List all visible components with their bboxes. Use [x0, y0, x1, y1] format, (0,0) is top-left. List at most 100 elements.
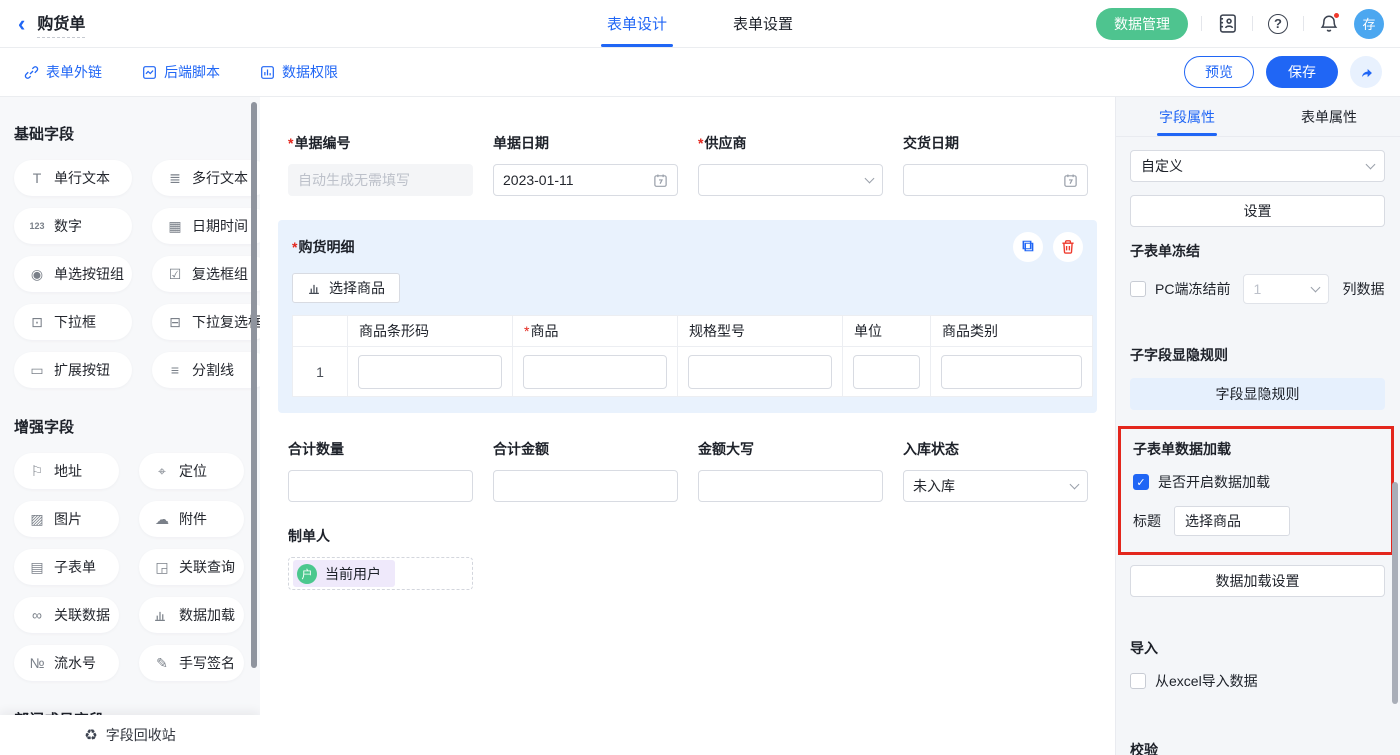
field-order-date[interactable]: 单据日期 2023-01-11: [493, 133, 678, 196]
sidebar-item-multi-select[interactable]: ⊟下拉复选框: [152, 304, 260, 340]
copy-icon: ⧉: [1022, 238, 1033, 256]
data-manage-button[interactable]: 数据管理: [1096, 8, 1188, 40]
field-supplier[interactable]: 供应商: [698, 133, 883, 196]
category-cell-input[interactable]: [941, 355, 1082, 389]
sidebar-item-image[interactable]: ▨图片: [14, 501, 119, 537]
sidebar-item-single-text[interactable]: T单行文本: [14, 160, 132, 196]
field-total-amount[interactable]: 合计金额: [493, 439, 678, 502]
amount-words-input[interactable]: [698, 470, 883, 502]
data-permission-button[interactable]: 数据权限: [260, 62, 338, 82]
delete-field-button[interactable]: [1053, 232, 1083, 262]
select-product-button[interactable]: 选择商品: [292, 273, 400, 303]
panel-scrollbar[interactable]: [1392, 482, 1398, 704]
field-total-quantity[interactable]: 合计数量: [288, 439, 473, 502]
col-barcode[interactable]: 商品条形码: [348, 316, 513, 347]
data-load-title-input[interactable]: 选择商品: [1174, 506, 1290, 536]
tab-field-properties[interactable]: 字段属性: [1116, 97, 1258, 136]
bar-chart-icon: [307, 282, 321, 295]
preview-button[interactable]: 预览: [1184, 56, 1254, 88]
divider: [1303, 16, 1304, 31]
sidebar-scrollbar[interactable]: [251, 102, 257, 668]
field-type-select[interactable]: 自定义: [1130, 150, 1385, 182]
field-amount-words[interactable]: 金额大写: [698, 439, 883, 502]
notification-bell-icon[interactable]: [1317, 12, 1341, 36]
pen-icon: ✎: [153, 655, 171, 672]
sidebar-item-signature[interactable]: ✎手写签名: [139, 645, 244, 681]
sidebar-item-lookup[interactable]: ◲关联查询: [139, 549, 244, 585]
tab-form-design[interactable]: 表单设计: [607, 0, 667, 47]
share-button[interactable]: [1350, 56, 1382, 88]
field-delivery-date[interactable]: 交货日期: [903, 133, 1088, 196]
sidebar-item-datetime[interactable]: ▦日期时间: [152, 208, 260, 244]
sidebar-item-select[interactable]: ⊡下拉框: [14, 304, 132, 340]
product-cell-input[interactable]: [523, 355, 667, 389]
calendar-icon: [1063, 173, 1078, 188]
backend-script-button[interactable]: 后端脚本: [142, 62, 220, 82]
col-unit[interactable]: 单位: [843, 316, 931, 347]
section-title-visibility-rules: 子字段显隐规则: [1130, 345, 1385, 365]
stock-status-select[interactable]: 未入库: [903, 470, 1088, 502]
tab-form-settings[interactable]: 表单设置: [733, 0, 793, 47]
highlight-box: 子表单数据加载 ✓ 是否开启数据加载 标题 选择商品: [1118, 426, 1394, 555]
calendar-icon: [653, 173, 668, 188]
address-pin-icon: ⚐: [28, 463, 46, 480]
enable-data-load-checkbox[interactable]: ✓: [1133, 474, 1149, 490]
copy-field-button[interactable]: ⧉: [1013, 232, 1043, 262]
dropdown-icon: ⊡: [28, 314, 46, 331]
unit-cell-input[interactable]: [853, 355, 920, 389]
sidebar-item-serial-number[interactable]: №流水号: [14, 645, 119, 681]
properties-panel: 字段属性 表单属性 自定义 设置 子表单冻结 PC端冻结前 1 列数据 子字段显…: [1115, 97, 1400, 755]
back-icon[interactable]: ‹: [18, 13, 25, 35]
row-number-header: [293, 316, 348, 347]
field-creator[interactable]: 制单人 户 当前用户: [288, 526, 473, 590]
field-visibility-rules-button[interactable]: 字段显隐规则: [1130, 378, 1385, 410]
sidebar-item-related-data[interactable]: ∞关联数据: [14, 597, 119, 633]
sidebar-item-multi-text[interactable]: ≣多行文本: [152, 160, 260, 196]
order-date-input[interactable]: 2023-01-11: [493, 164, 678, 196]
sidebar-item-extend-button[interactable]: ▭扩展按钮: [14, 352, 132, 388]
barcode-cell-input[interactable]: [358, 355, 502, 389]
col-category[interactable]: 商品类别: [931, 316, 1093, 347]
subform-icon: ▤: [28, 559, 46, 576]
col-product[interactable]: 商品: [513, 316, 678, 347]
total-quantity-input[interactable]: [288, 470, 473, 502]
sidebar-item-location[interactable]: ⌖定位: [139, 453, 244, 489]
excel-import-checkbox[interactable]: [1130, 673, 1146, 689]
bar-chart-icon: [153, 609, 171, 622]
field-label: 入库状态: [903, 439, 1088, 459]
chevron-down-icon: [1070, 480, 1080, 490]
supplier-select[interactable]: [698, 164, 883, 196]
sidebar-item-subform[interactable]: ▤子表单: [14, 549, 119, 585]
freeze-checkbox[interactable]: [1130, 281, 1146, 297]
user-avatar[interactable]: 存: [1354, 9, 1384, 39]
delivery-date-input[interactable]: [903, 164, 1088, 196]
help-icon[interactable]: ?: [1266, 12, 1290, 36]
sidebar-item-number[interactable]: 123数字: [14, 208, 132, 244]
contact-book-icon[interactable]: [1215, 12, 1239, 36]
sidebar-item-data-load[interactable]: 数据加载: [139, 597, 244, 633]
field-stock-status[interactable]: 入库状态 未入库: [903, 439, 1088, 502]
total-amount-input[interactable]: [493, 470, 678, 502]
sidebar-item-checkbox-group[interactable]: ☑复选框组: [152, 256, 260, 292]
field-order-number[interactable]: 单据编号 自动生成无需填写: [288, 133, 473, 196]
sidebar-item-attachment[interactable]: ☁附件: [139, 501, 244, 537]
spec-cell-input[interactable]: [688, 355, 832, 389]
freeze-count-select[interactable]: 1: [1243, 274, 1329, 304]
field-label: 合计数量: [288, 439, 473, 459]
tab-form-properties[interactable]: 表单属性: [1258, 97, 1400, 136]
subform-purchase-detail[interactable]: 购货明细 ⧉ 选择商品: [278, 220, 1097, 413]
sidebar-item-radio-group[interactable]: ◉单选按钮组: [14, 256, 132, 292]
form-external-link-button[interactable]: 表单外链: [24, 62, 102, 82]
app-header: ‹ 购货单 表单设计 表单设置 数据管理 ? 存: [0, 0, 1400, 48]
creator-box[interactable]: 户 当前用户: [288, 557, 473, 590]
share-arrow-icon: [1359, 65, 1374, 80]
settings-button[interactable]: 设置: [1130, 195, 1385, 227]
extend-button-icon: ▭: [28, 362, 46, 379]
field-recycle-bin-button[interactable]: ♻ 字段回收站: [0, 715, 260, 755]
sidebar-item-address[interactable]: ⚐地址: [14, 453, 119, 489]
save-button[interactable]: 保存: [1266, 56, 1338, 88]
sidebar-item-divider[interactable]: ≡分割线: [152, 352, 260, 388]
current-user-tag[interactable]: 户 当前用户: [293, 560, 395, 587]
col-spec[interactable]: 规格型号: [678, 316, 843, 347]
data-load-settings-button[interactable]: 数据加载设置: [1130, 565, 1385, 597]
